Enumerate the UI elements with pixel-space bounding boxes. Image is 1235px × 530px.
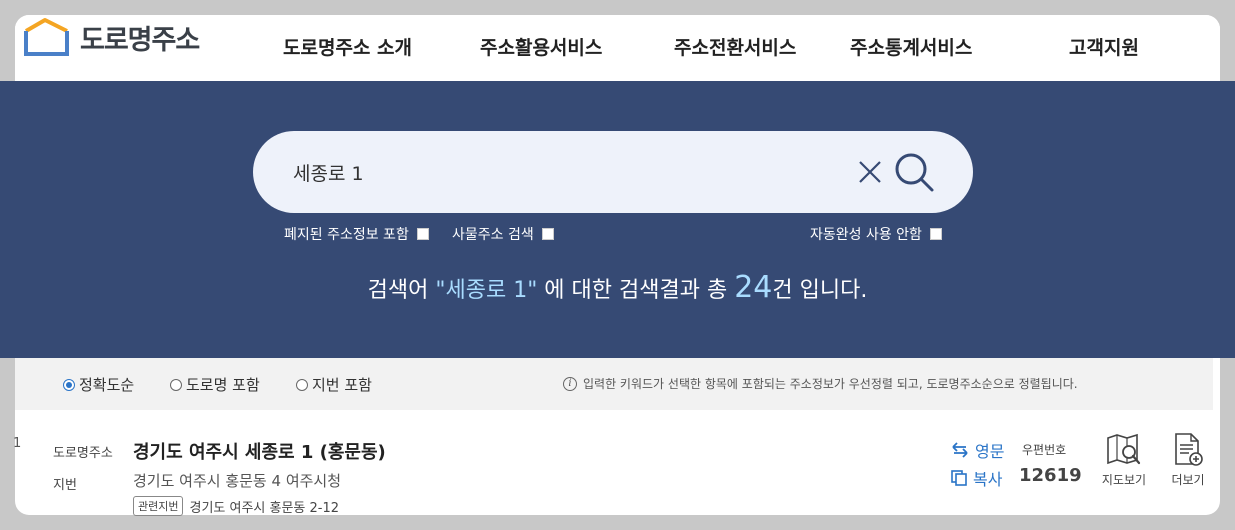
swap-arrows-icon xyxy=(952,442,968,458)
option-autocomplete-off: 자동완성 사용 안함 xyxy=(810,224,942,244)
map-view-label: 지도보기 xyxy=(1101,473,1147,487)
include-abolished-checkbox[interactable] xyxy=(416,228,429,240)
sort-road-label: 도로명 포함 xyxy=(186,376,260,394)
site-header: 도로명주소 도로명주소 소개 주소활용서비스 주소전환서비스 주소통계서비스 고… xyxy=(15,15,1220,81)
sort-note: i 입력한 키워드가 선택한 항목에 포함되는 주소정보가 우선정렬 되고, 도… xyxy=(563,375,1078,392)
result-summary: 검색어 "세종로 1" 에 대한 검색결과 총 24건 입니다. xyxy=(0,270,1235,305)
option-include-abolished-label: 폐지된 주소정보 포함 xyxy=(284,227,409,243)
info-icon: i xyxy=(563,376,577,391)
radio-unselected-icon xyxy=(296,378,308,391)
postal-code-label: 우편번호 xyxy=(1022,443,1067,457)
close-icon xyxy=(859,161,881,183)
logo-text: 도로명주소 xyxy=(80,24,200,56)
copy-icon xyxy=(951,470,967,486)
sort-jibun-radio[interactable]: 지번 포함 xyxy=(296,374,372,395)
related-jibun-address: 경기도 여주시 홍문동 2-12 xyxy=(189,500,340,516)
nav-item-customer-support[interactable]: 고객지원 xyxy=(1069,33,1139,60)
postal-code: 12619 xyxy=(1019,465,1082,486)
sort-jibun-label: 지번 포함 xyxy=(312,376,372,394)
search-icon xyxy=(895,153,934,192)
jibun-address: 경기도 여주시 홍문동 4 여주시청 xyxy=(133,472,342,490)
autocomplete-off-checkbox[interactable] xyxy=(929,228,942,240)
english-address-button[interactable]: 영문 xyxy=(951,438,1004,462)
road-address-label: 도로명주소 xyxy=(53,446,113,461)
search-box xyxy=(253,131,973,213)
result-prefix: 검색어 xyxy=(367,278,436,303)
search-input[interactable] xyxy=(293,153,833,191)
radio-selected-icon xyxy=(63,378,75,391)
result-number: 1 xyxy=(13,436,22,451)
map-view-button[interactable]: 지도보기 xyxy=(1096,432,1152,488)
option-thing-address-label: 사물주소 검색 xyxy=(452,227,534,243)
sort-note-text: 입력한 키워드가 선택한 항목에 포함되는 주소정보가 우선정렬 되고, 도로명… xyxy=(583,377,1078,391)
radio-unselected-icon xyxy=(170,378,182,391)
search-button[interactable] xyxy=(893,151,935,193)
nav-item-conversion-services[interactable]: 주소전환서비스 xyxy=(674,33,796,60)
option-autocomplete-off-label: 자동완성 사용 안함 xyxy=(810,227,922,243)
nav-item-intro[interactable]: 도로명주소 소개 xyxy=(283,33,412,60)
more-label: 더보기 xyxy=(1171,473,1205,487)
sort-accuracy-radio[interactable]: 정확도순 xyxy=(63,374,134,395)
option-thing-address: 사물주소 검색 xyxy=(452,224,554,244)
sort-accuracy-label: 정확도순 xyxy=(79,376,135,394)
sort-road-radio[interactable]: 도로명 포함 xyxy=(170,374,260,395)
site-logo[interactable]: 도로명주소 xyxy=(23,17,200,57)
clear-button[interactable] xyxy=(853,155,887,189)
road-address[interactable]: 경기도 여주시 세종로 1 (홍문동) xyxy=(133,438,386,464)
option-include-abolished: 폐지된 주소정보 포함 xyxy=(284,224,429,244)
house-logo-icon xyxy=(24,18,69,56)
copy-label: 복사 xyxy=(973,470,1003,489)
result-keyword: "세종로 1" xyxy=(435,278,538,303)
search-band xyxy=(0,81,1235,358)
result-count: 24 xyxy=(734,270,773,305)
jibun-label: 지번 xyxy=(53,478,77,493)
result-middle: 에 대한 검색결과 총 xyxy=(537,278,735,303)
copy-button[interactable]: 복사 xyxy=(951,466,1002,490)
more-button[interactable]: 더보기 xyxy=(1165,432,1211,488)
document-plus-icon xyxy=(1175,433,1203,466)
sort-filter-bar: 정확도순 도로명 포함 지번 포함 i 입력한 키워드가 선택한 항목에 포함되… xyxy=(15,358,1213,410)
map-search-icon xyxy=(1107,433,1141,465)
related-jibun-badge: 관련지번 xyxy=(133,496,184,516)
nav-item-usage-services[interactable]: 주소활용서비스 xyxy=(480,33,602,60)
nav-item-statistics-services[interactable]: 주소통계서비스 xyxy=(850,33,972,60)
result-suffix: 건 입니다. xyxy=(772,278,868,303)
english-address-label: 영문 xyxy=(975,442,1005,461)
related-jibun: 관련지번 경기도 여주시 홍문동 2-12 xyxy=(133,496,339,516)
thing-address-checkbox[interactable] xyxy=(541,228,554,240)
